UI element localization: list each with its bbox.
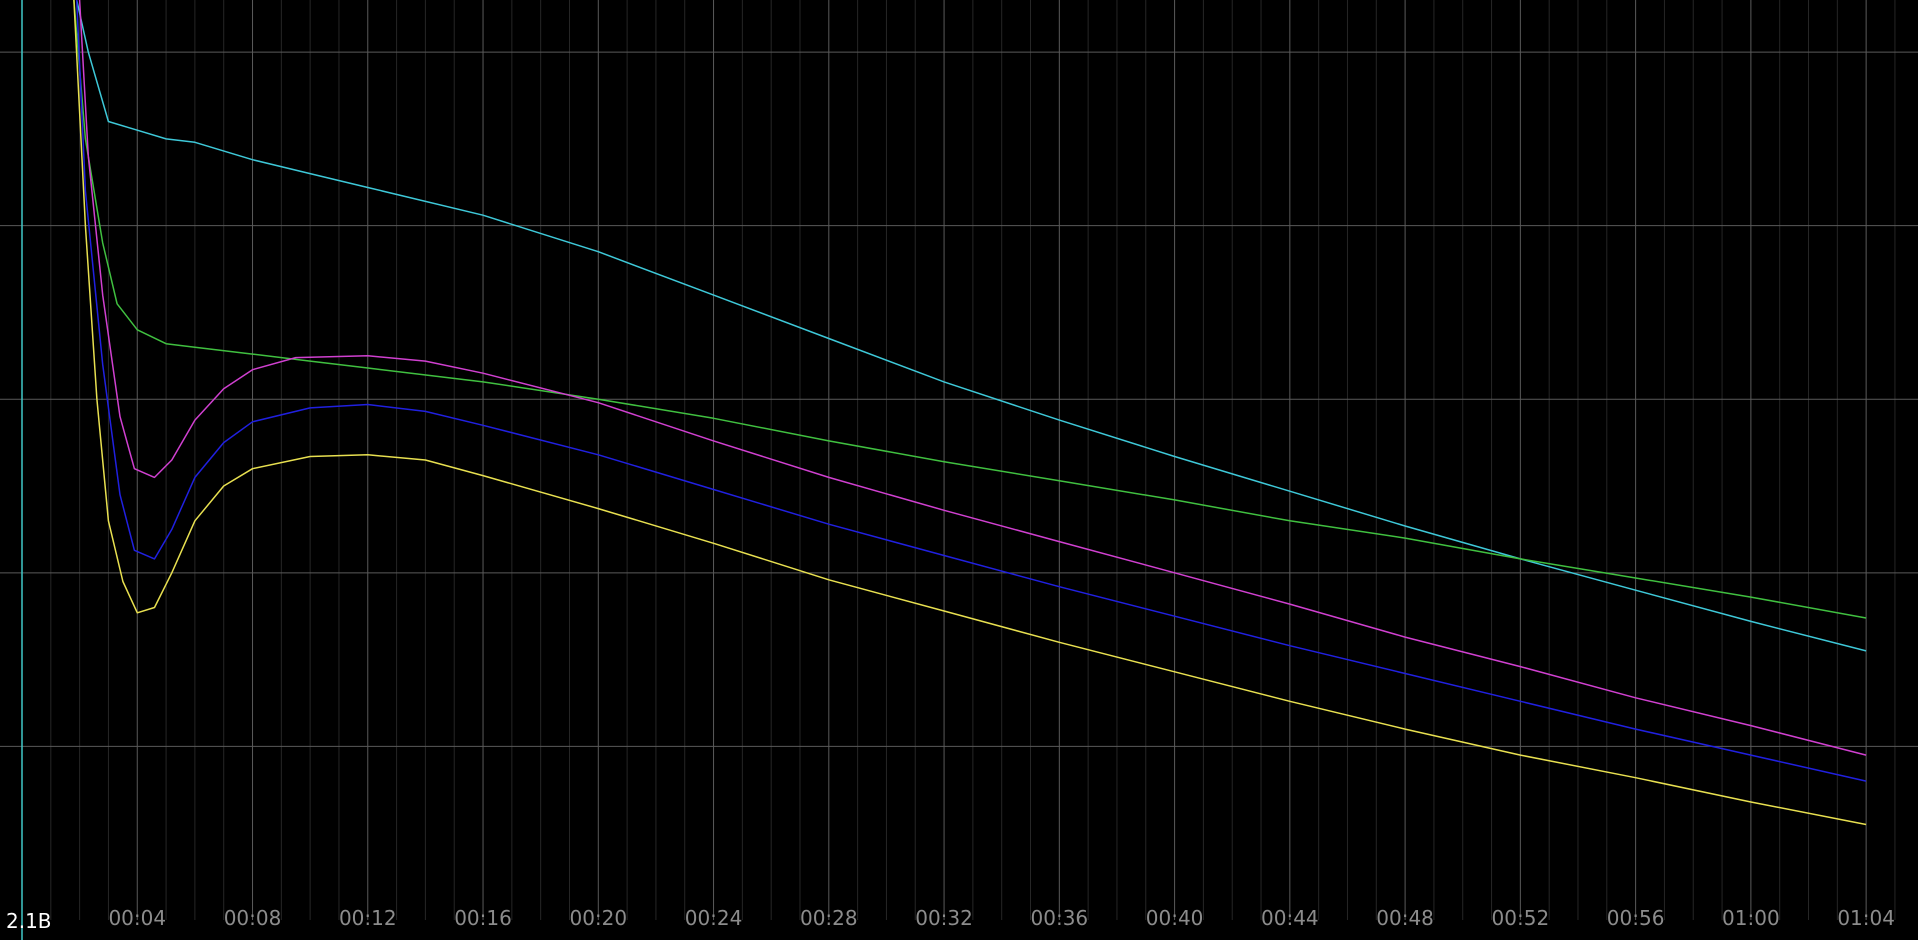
major-grid — [0, 0, 1918, 920]
x-tick-label: 00:16 — [454, 906, 512, 930]
x-tick-label: 00:40 — [1146, 906, 1204, 930]
series-layer — [73, 0, 1867, 826]
x-tick-label: 00:08 — [224, 906, 282, 930]
x-tick-label: 00:52 — [1492, 906, 1550, 930]
x-tick-label: 00:32 — [915, 906, 973, 930]
plot-area[interactable]: 00:04 00:08 00:12 00:16 00:20 00:24 00:28 00:32… — [0, 0, 1918, 940]
x-tick-label: 00:04 — [108, 906, 166, 930]
x-tick-label: 00:44 — [1261, 906, 1319, 930]
x-tick-label: 01:04 — [1837, 906, 1895, 930]
series-line-5 — [73, 0, 1867, 826]
x-tick-label: 00:28 — [800, 906, 858, 930]
x-tick-label: 00:56 — [1607, 906, 1665, 930]
x-tick-label: 00:48 — [1376, 906, 1434, 930]
series-line-1 — [75, 0, 1867, 652]
series-line-2 — [73, 0, 1867, 619]
x-tick-label: 01:00 — [1722, 906, 1780, 930]
x-tick-label: 00:24 — [685, 906, 743, 930]
x-tick-label: 00:36 — [1031, 906, 1089, 930]
level-readout-label: 2.1B — [6, 909, 52, 933]
x-tick-label: 00:20 — [569, 906, 627, 930]
x-tick-label: 00:12 — [339, 906, 397, 930]
chart-svg: 00:04 00:08 00:12 00:16 00:20 00:24 00:28 00:32… — [0, 0, 1918, 940]
minor-grid — [50, 0, 1896, 920]
